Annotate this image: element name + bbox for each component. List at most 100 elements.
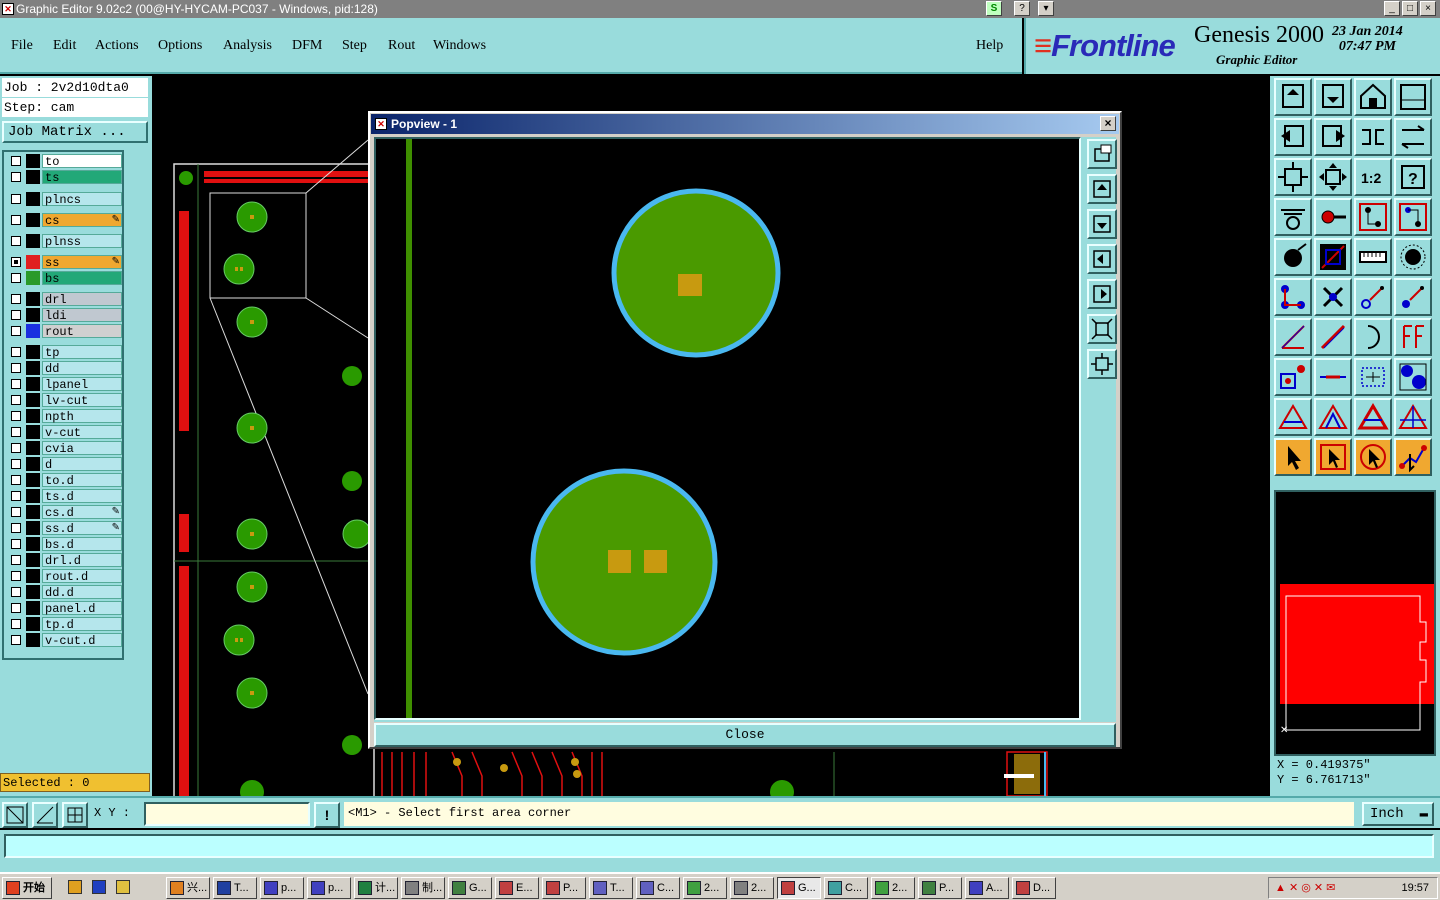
- layer-checkbox[interactable]: [11, 507, 21, 517]
- center-icon[interactable]: [1314, 158, 1352, 196]
- layer-checkbox[interactable]: [11, 491, 21, 501]
- taskbar-item[interactable]: 2...: [730, 877, 774, 899]
- layer-row-d[interactable]: d: [6, 457, 122, 472]
- layer-row-plncs[interactable]: plncs: [6, 192, 122, 207]
- start-button[interactable]: 开始: [2, 877, 52, 899]
- layer-row-to-d[interactable]: to.d: [6, 473, 122, 488]
- home-icon[interactable]: [1354, 78, 1392, 116]
- layer-row-panel-d[interactable]: panel.d: [6, 601, 122, 616]
- popview-close-icon[interactable]: ×: [1100, 116, 1116, 131]
- layer-checkbox[interactable]: [11, 236, 21, 246]
- layer-color-swatch[interactable]: [26, 324, 40, 338]
- triangle-fill-icon[interactable]: [1314, 398, 1352, 436]
- menu-dfm[interactable]: DFM: [292, 38, 322, 54]
- layer-color-swatch[interactable]: [26, 617, 40, 631]
- layer-row-cvia[interactable]: cvia: [6, 441, 122, 456]
- quicklaunch-icon[interactable]: [92, 880, 106, 894]
- layer-checkbox[interactable]: [11, 310, 21, 320]
- line-angle-icon[interactable]: [1274, 318, 1312, 356]
- layer-checkbox[interactable]: [11, 347, 21, 357]
- taskbar-item[interactable]: D...: [1012, 877, 1056, 899]
- select-box-icon[interactable]: [1314, 438, 1352, 476]
- taskbar-item[interactable]: C...: [636, 877, 680, 899]
- quicklaunch-icon[interactable]: [68, 880, 82, 894]
- layer-checkbox[interactable]: [11, 635, 21, 645]
- triangle-icon[interactable]: [1274, 398, 1312, 436]
- layer-color-swatch[interactable]: [26, 441, 40, 455]
- layer-checkbox[interactable]: [11, 172, 21, 182]
- help-query-icon[interactable]: ?: [1014, 1, 1030, 16]
- layer-row-tp-d[interactable]: tp.d: [6, 617, 122, 632]
- layer-checkbox[interactable]: [11, 273, 21, 283]
- layer-checkbox[interactable]: [11, 603, 21, 613]
- close-window-button[interactable]: ×: [1420, 1, 1436, 16]
- layer-checkbox[interactable]: [11, 294, 21, 304]
- pad-icon[interactable]: [1274, 238, 1312, 276]
- triangle-cross-icon[interactable]: [1394, 398, 1432, 436]
- layer-color-swatch[interactable]: [26, 553, 40, 567]
- layer-color-swatch[interactable]: [26, 521, 40, 535]
- move-right-icon[interactable]: [1314, 118, 1352, 156]
- layer-checkbox[interactable]: [11, 427, 21, 437]
- layer-row-lpanel[interactable]: lpanel: [6, 377, 122, 392]
- s-tool-icon[interactable]: S: [986, 1, 1002, 16]
- zoom-fit-icon[interactable]: [1274, 158, 1312, 196]
- layer-color-swatch[interactable]: [26, 585, 40, 599]
- units-select[interactable]: Inch ▬: [1362, 802, 1434, 826]
- group-icon[interactable]: [1394, 358, 1432, 396]
- layer-color-swatch[interactable]: [26, 377, 40, 391]
- dropdown-icon[interactable]: ▾: [1038, 1, 1054, 16]
- layer-row-ss[interactable]: ss ✎: [6, 255, 122, 270]
- menu-rout[interactable]: Rout: [388, 38, 415, 54]
- layer-row-lv-cut[interactable]: lv-cut: [6, 393, 122, 408]
- select-arrow-icon[interactable]: [1274, 438, 1312, 476]
- popview-zoom-icon[interactable]: [1087, 139, 1117, 169]
- layer-checkbox[interactable]: [11, 619, 21, 629]
- layer-row-plnss[interactable]: plnss: [6, 234, 122, 249]
- layer-color-swatch[interactable]: [26, 345, 40, 359]
- layer-color-swatch[interactable]: [26, 633, 40, 647]
- layer-row-drl[interactable]: drl: [6, 292, 122, 307]
- net-red2-icon[interactable]: [1394, 198, 1432, 236]
- layer-row-rout[interactable]: rout: [6, 324, 122, 339]
- popview-pan-left-icon[interactable]: [1087, 244, 1117, 274]
- layer-checkbox[interactable]: [11, 523, 21, 533]
- move-left-icon[interactable]: [1274, 118, 1312, 156]
- flip-icon[interactable]: [1394, 318, 1432, 356]
- layer-row-v-cut[interactable]: v-cut: [6, 425, 122, 440]
- maximize-button[interactable]: □: [1402, 1, 1418, 16]
- taskbar-item[interactable]: 2...: [683, 877, 727, 899]
- layer-checkbox[interactable]: [11, 587, 21, 597]
- layer-row-v-cut-d[interactable]: v-cut.d: [6, 633, 122, 648]
- taskbar-item[interactable]: p...: [260, 877, 304, 899]
- popview-center-icon[interactable]: [1087, 349, 1117, 379]
- layer-row-tp[interactable]: tp: [6, 345, 122, 360]
- job-matrix-button[interactable]: Job Matrix ...: [2, 121, 148, 143]
- key-icon[interactable]: [1314, 198, 1352, 236]
- snap-icon[interactable]: [2, 802, 28, 828]
- minimap[interactable]: ✕: [1274, 490, 1438, 756]
- menu-options[interactable]: Options: [158, 38, 202, 54]
- line-diag-icon[interactable]: [1314, 318, 1352, 356]
- layer-color-swatch[interactable]: [26, 505, 40, 519]
- layer-color-swatch[interactable]: [26, 473, 40, 487]
- layer-color-swatch[interactable]: [26, 457, 40, 471]
- taskbar-item[interactable]: 计...: [354, 877, 398, 899]
- layer-color-swatch[interactable]: [26, 271, 40, 285]
- popview-fit-icon[interactable]: [1087, 314, 1117, 344]
- menu-step[interactable]: Step: [342, 38, 367, 54]
- angle-icon[interactable]: [32, 802, 58, 828]
- layer-row-ts[interactable]: ts: [6, 170, 122, 185]
- popview-pan-up-icon[interactable]: [1087, 174, 1117, 204]
- arc-link-icon[interactable]: [1354, 278, 1392, 316]
- layer-checkbox[interactable]: [11, 539, 21, 549]
- taskbar-item[interactable]: 兴...: [166, 877, 210, 899]
- menu-edit[interactable]: Edit: [53, 38, 76, 54]
- popview-pan-down-icon[interactable]: [1087, 209, 1117, 239]
- layer-color-swatch[interactable]: [26, 569, 40, 583]
- taskbar-item[interactable]: G...: [777, 877, 821, 899]
- layer-row-ss-d[interactable]: ss.d ✎: [6, 521, 122, 536]
- layer-row-rout-d[interactable]: rout.d: [6, 569, 122, 584]
- step-top-icon[interactable]: [1274, 78, 1312, 116]
- window-icon[interactable]: [1394, 78, 1432, 116]
